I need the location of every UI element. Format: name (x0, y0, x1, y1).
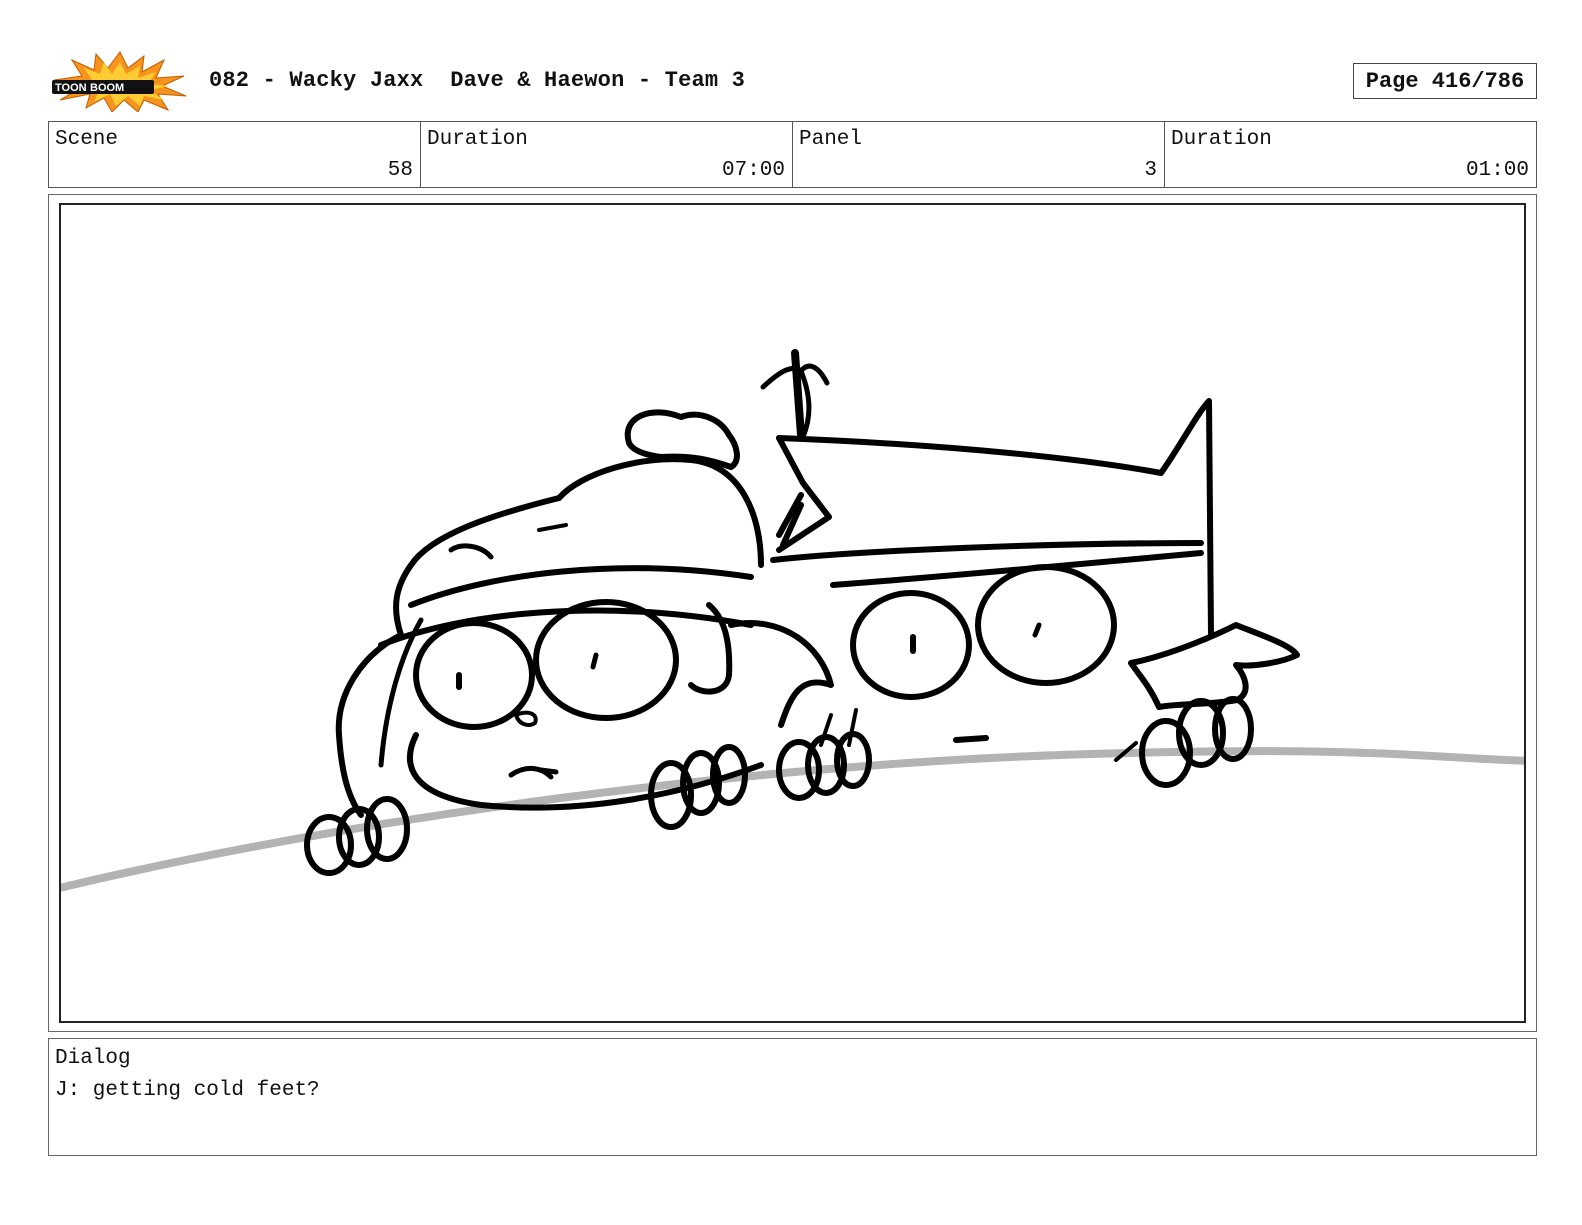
scene-value: 58 (387, 159, 413, 182)
svg-text:BOOM: BOOM (90, 82, 124, 94)
scene-duration-value: 07:00 (721, 159, 785, 182)
toon-boom-logo: TOON BOOM (52, 51, 187, 112)
storyboard-sketch (61, 349, 1524, 892)
storyboard-page: TOON BOOM 082 - Wacky Jaxx Dave & Haewon… (0, 0, 1582, 1225)
svg-text:TOON: TOON (55, 82, 87, 94)
panel-duration-cell: Duration 01:00 (1165, 122, 1536, 187)
hat-left (556, 456, 764, 568)
panel-info-row: Scene 58 Duration 07:00 Panel 3 Duration… (48, 121, 1537, 188)
storyboard-title: 082 - Wacky Jaxx Dave & Haewon - Team 3 (209, 68, 746, 93)
ground-line (61, 747, 1524, 892)
panel-cell: Panel 3 (793, 122, 1165, 187)
dialog-box: Dialog J: getting cold feet? (48, 1038, 1537, 1156)
panel-value: 3 (1144, 159, 1157, 182)
panel-frame (48, 194, 1537, 1032)
dialog-text: J: getting cold feet? (55, 1079, 320, 1102)
dialog-label: Dialog (55, 1047, 131, 1070)
panel-label: Panel (799, 128, 863, 151)
scene-label: Scene (55, 128, 119, 151)
scene-duration-label: Duration (427, 128, 528, 151)
panel-drawing-area (59, 203, 1526, 1023)
panel-duration-label: Duration (1171, 128, 1272, 151)
panel-duration-value: 01:00 (1465, 159, 1529, 182)
scene-cell: Scene 58 (49, 122, 421, 187)
scene-duration-cell: Duration 07:00 (421, 122, 793, 187)
hat-right (776, 398, 1214, 638)
page-number: Page 416/786 (1353, 63, 1537, 99)
